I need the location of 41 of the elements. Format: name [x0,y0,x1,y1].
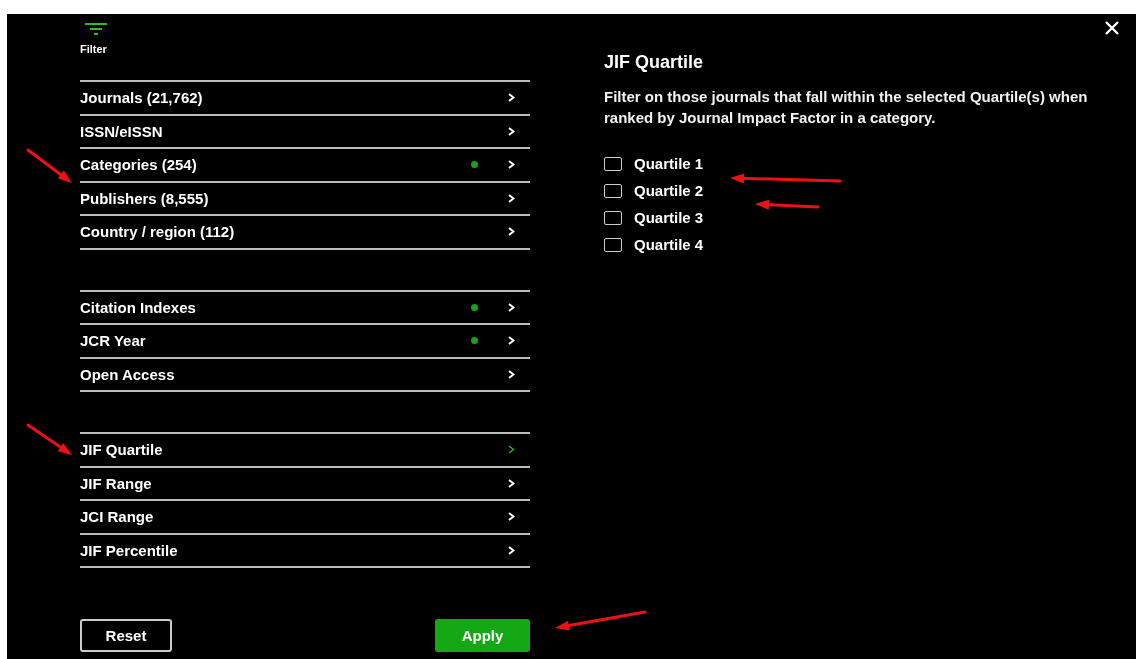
filter-item[interactable]: Publishers (8,555) [80,182,530,216]
filter-item-label: JIF Range [80,474,153,492]
filter-item[interactable]: JIF Range [80,467,530,501]
annotation-arrow [26,423,72,455]
filter-icon[interactable] [85,23,107,35]
filter-item[interactable]: Citation Indexes [80,291,530,325]
filter-item-label: Citation Indexes [80,298,197,316]
filter-item[interactable]: ISSN/eISSN [80,115,530,149]
filter-item-label: Categories (254) [80,156,198,174]
filter-item-label: Open Access [80,365,176,383]
quartile-option[interactable]: Quartile 3 [604,207,704,228]
close-icon[interactable] [1104,20,1120,36]
filter-item[interactable]: JIF Percentile [80,534,530,568]
filter-item-label: JIF Percentile [80,541,179,559]
filter-label: Filter [80,43,107,55]
filter-item[interactable]: Open Access [80,358,530,392]
filter-item-label: JCR Year [80,332,147,350]
filter-item-label: JIF Quartile [80,441,164,459]
filter-item[interactable]: Categories (254) [80,149,530,183]
filter-item-label: ISSN/eISSN [80,122,164,140]
filter-item-label: JCI Range [80,508,155,526]
filter-item-label: Publishers (8,555) [80,189,210,207]
checkbox[interactable] [604,156,622,171]
checkbox[interactable] [604,210,622,225]
filter-item[interactable]: JCI Range [80,501,530,535]
quartile-option[interactable]: Quartile 4 [604,234,704,255]
checkbox[interactable] [604,183,622,198]
checkbox[interactable] [604,237,622,252]
filter-item[interactable]: JIF Quartile [80,434,530,468]
annotation-arrow [755,199,820,210]
detail-description: Filter on those journals that fall within the selected Quartile(s) when ranked by Journal Impact Factor in a category. [604,87,1089,128]
filter-item[interactable]: Country / region (112) [80,216,530,250]
filter-item[interactable]: JCR Year [80,325,530,359]
filter-item-label: Country / region (112) [80,223,236,241]
filter-item-label: Journals (21,762) [80,89,204,107]
quartile-option[interactable]: Quartile 2 [604,180,704,201]
reset-button[interactable]: Reset [80,619,172,652]
quartile-option[interactable]: Quartile 1 [604,153,704,174]
detail-title: JIF Quartile [604,52,705,73]
annotation-arrow [26,148,72,183]
filter-item[interactable]: Journals (21,762) [80,82,530,116]
